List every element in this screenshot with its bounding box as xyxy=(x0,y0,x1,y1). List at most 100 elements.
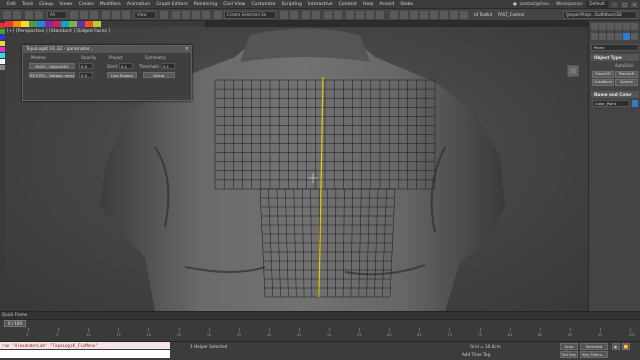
menu-create[interactable]: Create xyxy=(76,1,97,8)
script-icon[interactable] xyxy=(420,11,428,19)
arnold-render-icon[interactable] xyxy=(400,11,408,19)
object-color-swatch[interactable] xyxy=(632,100,638,107)
helpers-icon[interactable] xyxy=(623,33,630,40)
menu-edit[interactable]: Edit xyxy=(4,1,19,8)
perspective-viewport[interactable]: [+] [Perspective ] [Standard ] [Edged Fa… xyxy=(5,27,588,311)
object-type-button[interactable]: Sphere xyxy=(615,79,638,86)
rect-select-icon[interactable] xyxy=(90,11,98,19)
project-path[interactable]: \Jesper\Proje...Outfatuns\3D xyxy=(563,11,637,19)
key-filters-button[interactable]: Key Filters... xyxy=(580,351,608,358)
opacity-retopo-spinner[interactable]: 0.5 xyxy=(79,72,93,78)
close-icon[interactable]: × xyxy=(631,1,638,8)
high-mesh-button[interactable]: HIGH - Object001 xyxy=(29,63,75,69)
plugin-icon[interactable] xyxy=(430,11,438,19)
workspace-select[interactable]: Default xyxy=(586,1,608,8)
select-icon[interactable] xyxy=(70,11,78,19)
object-name-field[interactable]: Color_Paint xyxy=(592,100,630,107)
geometry-icon[interactable] xyxy=(591,33,598,40)
minimize-icon[interactable]: – xyxy=(611,1,618,8)
layers-icon[interactable] xyxy=(302,11,310,19)
selection-filter[interactable]: All xyxy=(47,11,67,19)
maxscript-input[interactable] xyxy=(0,350,170,358)
maxscript-listener[interactable]: run "AlexanderLab" "TopoLogiK_FixMenu" xyxy=(0,342,170,349)
user-account[interactable]: contact@ihoc... xyxy=(520,1,553,8)
viewcube[interactable] xyxy=(565,63,581,79)
render-setup-icon[interactable] xyxy=(356,11,364,19)
threshold-spinner[interactable]: 0.1 xyxy=(161,63,175,69)
play-icon[interactable]: ▶ xyxy=(612,343,620,350)
material-editor-icon[interactable] xyxy=(346,11,354,19)
create-tab-icon[interactable] xyxy=(591,23,598,30)
plugin-icon-3[interactable] xyxy=(450,11,458,19)
mirror-button[interactable]: Mirror xyxy=(143,72,175,78)
link-icon[interactable] xyxy=(25,11,33,19)
modify-tab-icon[interactable] xyxy=(599,23,606,30)
utilities-tab-icon[interactable] xyxy=(631,23,638,30)
object-type-button[interactable]: PlaneGR xyxy=(592,71,614,78)
cameras-icon[interactable] xyxy=(615,33,622,40)
menu-graph-editors[interactable]: Graph Editors xyxy=(153,1,191,8)
schematic-icon[interactable] xyxy=(334,11,342,19)
maximize-icon[interactable]: □ xyxy=(621,1,628,8)
unlink-icon[interactable] xyxy=(35,11,43,19)
rollout-object-type[interactable]: Object Type xyxy=(591,54,639,61)
live-project-button[interactable]: Live Project xyxy=(107,72,137,78)
autogrid-checkbox[interactable]: AutoGrid xyxy=(615,63,633,68)
retopo-mesh-button[interactable]: RETOPO - Retopo_mesh xyxy=(29,72,75,78)
opacity-high-spinner[interactable]: 0.5 xyxy=(79,63,93,69)
lights-icon[interactable] xyxy=(607,33,614,40)
close-icon[interactable]: × xyxy=(185,46,189,53)
menu-civil-view[interactable]: Civil View xyxy=(220,1,248,8)
display-tab-icon[interactable] xyxy=(623,23,630,30)
category-select[interactable]: Plane xyxy=(591,44,639,51)
shell-spinner[interactable]: 0.1 xyxy=(119,63,133,69)
menu-group[interactable]: Group xyxy=(36,1,56,8)
set-key-button[interactable]: Set Key xyxy=(560,351,578,358)
stoke-icon[interactable] xyxy=(410,11,418,19)
track-bar[interactable] xyxy=(0,319,640,341)
hierarchy-tab-icon[interactable] xyxy=(607,23,614,30)
menu-help[interactable]: Help xyxy=(360,1,376,8)
menu-interactive[interactable]: Interactive xyxy=(305,1,336,8)
menu-rendering[interactable]: Rendering xyxy=(191,1,220,8)
auto-key-button[interactable]: Auto Key xyxy=(560,343,578,354)
menu-stoke[interactable]: Stoke xyxy=(397,1,416,8)
fast-control-label[interactable]: FAST_Control xyxy=(498,12,524,17)
scale-icon[interactable] xyxy=(122,11,130,19)
undo-icon[interactable] xyxy=(3,11,11,19)
rollout-name-and-color[interactable]: Name and Color xyxy=(591,91,639,98)
add-time-tag[interactable]: Add Time Tag xyxy=(462,351,490,358)
angle-snap-icon[interactable] xyxy=(182,11,190,19)
edit-named-sets-icon[interactable] xyxy=(214,11,222,19)
menu-content[interactable]: Content xyxy=(336,1,360,8)
menu-arnold[interactable]: Arnold xyxy=(376,1,397,8)
plugin-icon-4[interactable] xyxy=(460,11,468,19)
viewport-label[interactable]: [+] [Perspective ] [Standard ] [Edged Fa… xyxy=(7,29,110,34)
percent-snap-icon[interactable] xyxy=(192,11,200,19)
object-type-button[interactable]: PlaneGR xyxy=(615,71,638,78)
plugin-icon-2[interactable] xyxy=(440,11,448,19)
ribbon-icon[interactable] xyxy=(312,11,320,19)
select-by-name-icon[interactable] xyxy=(80,11,88,19)
curve-editor-icon[interactable] xyxy=(324,11,332,19)
shapes-icon[interactable] xyxy=(599,33,606,40)
named-selection-set[interactable]: Create Selection Se xyxy=(224,11,276,19)
snap-icon[interactable] xyxy=(172,11,180,19)
next-frame-icon[interactable]: ⏩ xyxy=(622,343,630,350)
pivot-icon[interactable] xyxy=(160,11,168,19)
mirror-icon[interactable] xyxy=(280,11,288,19)
redo-icon[interactable] xyxy=(13,11,21,19)
ui-toolkit-label[interactable]: UI Toolkit xyxy=(474,12,492,17)
render-frame-icon[interactable] xyxy=(366,11,374,19)
spacewarps-icon[interactable] xyxy=(631,33,638,40)
menu-animation[interactable]: Animation xyxy=(124,1,153,8)
coord-system-select[interactable]: View xyxy=(134,11,156,19)
menu-views[interactable]: Views xyxy=(56,1,75,8)
arnold-icon[interactable] xyxy=(390,11,398,19)
user-icon[interactable]: ● xyxy=(513,1,517,8)
render-icon[interactable] xyxy=(376,11,384,19)
menu-scripting[interactable]: Scripting xyxy=(278,1,304,8)
menu-modifiers[interactable]: Modifiers xyxy=(97,1,124,8)
object-type-button[interactable]: AutoBend xyxy=(592,79,614,86)
selected-dropdown[interactable]: Selected xyxy=(580,343,608,350)
